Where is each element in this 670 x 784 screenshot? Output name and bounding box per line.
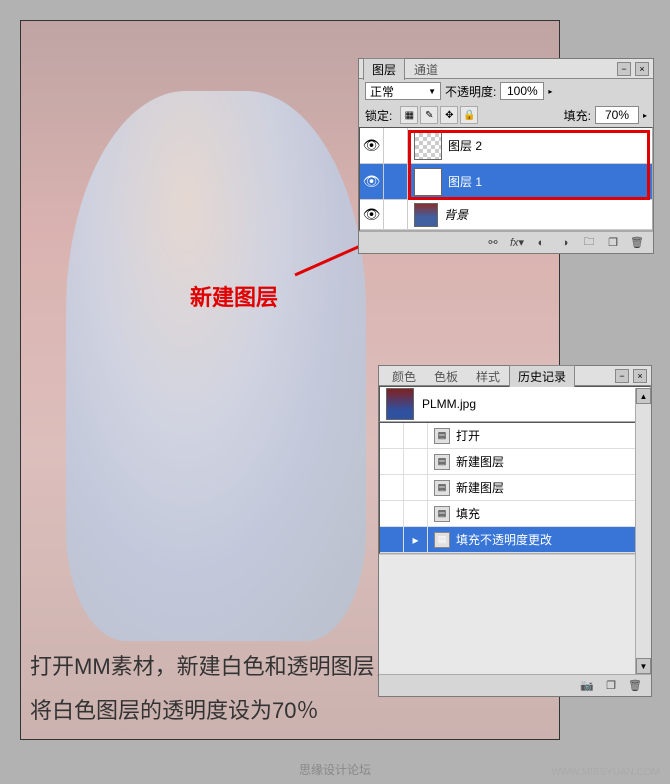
history-brush-col[interactable] (380, 475, 404, 501)
link-layers-icon[interactable]: ⚯ (483, 235, 503, 251)
layer-row-1[interactable]: 👁 图层 1 (360, 164, 652, 200)
doc-icon: ▤ (434, 428, 450, 444)
link-col[interactable] (384, 164, 408, 200)
lock-fill-row: 锁定: ▦ ✎ ✥ 🔒 填充: 70% ▸ (359, 103, 653, 127)
close-icon[interactable]: × (635, 62, 649, 76)
doc-icon: ▤ (434, 454, 450, 470)
visibility-eye-icon[interactable]: 👁 (363, 137, 381, 154)
history-step-open[interactable]: ▤ 打开 (380, 423, 650, 449)
visibility-eye-icon[interactable]: 👁 (363, 173, 381, 190)
history-brush-col[interactable] (380, 527, 404, 553)
close-icon[interactable]: × (633, 369, 647, 383)
adjustment-layer-icon[interactable]: ◑ (555, 235, 575, 251)
history-step-fill-opacity[interactable]: ▸ ▤ 填充不透明度更改 (380, 527, 650, 553)
layer-name: 图层 2 (448, 137, 482, 154)
minimize-icon[interactable]: − (615, 369, 629, 383)
history-step-label: 新建图层 (456, 453, 504, 470)
scroll-down-icon[interactable]: ▼ (636, 658, 651, 674)
history-file-name: PLMM.jpg (422, 397, 476, 411)
scrollbar[interactable]: ▲ ▼ (635, 388, 651, 674)
layer-thumb-bg (414, 203, 438, 227)
history-step-fill[interactable]: ▤ 填充 (380, 501, 650, 527)
history-step-label: 填充不透明度更改 (456, 531, 552, 548)
new-group-icon[interactable]: 🗀 (579, 235, 599, 251)
history-step-new-layer[interactable]: ▤ 新建图层 (380, 475, 650, 501)
history-source-thumb (386, 388, 414, 420)
doc-icon: ▤ (434, 506, 450, 522)
scroll-up-icon[interactable]: ▲ (636, 388, 651, 404)
lock-position-icon[interactable]: ✥ (440, 106, 458, 124)
layer-row-2[interactable]: 👁 图层 2 (360, 128, 652, 164)
history-state-col[interactable] (404, 449, 428, 475)
layer-list: 👁 图层 2 👁 图层 1 👁 背景 (359, 127, 653, 231)
watermark-url: WWW.MISSYUAN.COM (551, 767, 660, 778)
instruction-line2: 将白色图层的透明度设为70％ (30, 689, 397, 733)
history-footer: 📷 ❐ 🗑 (379, 674, 651, 696)
history-cursor-icon: ▸ (404, 527, 428, 553)
lock-transparency-icon[interactable]: ▦ (400, 106, 418, 124)
layer-name: 图层 1 (448, 173, 482, 190)
blend-opacity-row: 正常 ▼ 不透明度: 100% ▸ (359, 79, 653, 103)
tab-channels[interactable]: 通道 (405, 58, 447, 80)
delete-state-icon[interactable]: 🗑 (625, 678, 645, 694)
opacity-label: 不透明度: (445, 83, 496, 100)
history-empty-area (379, 554, 651, 674)
layer-name: 背景 (444, 206, 468, 223)
lock-paint-icon[interactable]: ✎ (420, 106, 438, 124)
history-tabs: 颜色 色板 样式 历史记录 − × (379, 366, 651, 386)
new-snapshot-icon[interactable]: ❐ (601, 678, 621, 694)
opacity-input[interactable]: 100% (500, 82, 544, 100)
history-brush-col[interactable] (380, 501, 404, 527)
minimize-icon[interactable]: − (617, 62, 631, 76)
layer-row-bg[interactable]: 👁 背景 (360, 200, 652, 230)
history-state-col[interactable] (404, 475, 428, 501)
history-step-label: 新建图层 (456, 479, 504, 496)
doc-icon: ▤ (434, 532, 450, 548)
instruction-text: 打开MM素材，新建白色和透明图层， 将白色图层的透明度设为70％ (30, 645, 397, 733)
link-col[interactable] (384, 128, 408, 164)
history-state-col[interactable] (404, 501, 428, 527)
history-brush-col[interactable] (380, 449, 404, 475)
history-brush-col[interactable] (380, 423, 404, 449)
layers-footer: ⚯ fx▾ ◐ ◑ 🗀 ❐ 🗑 (359, 231, 653, 253)
layer-thumb-transparent (414, 132, 442, 160)
layers-panel: 图层 通道 − × 正常 ▼ 不透明度: 100% ▸ 锁定: ▦ ✎ ✥ 🔒 … (358, 58, 654, 254)
layer-fx-icon[interactable]: fx▾ (507, 235, 527, 251)
doc-icon: ▤ (434, 480, 450, 496)
new-layer-icon[interactable]: ❐ (603, 235, 623, 251)
blend-mode-select[interactable]: 正常 ▼ (365, 82, 441, 100)
opacity-arrow-icon[interactable]: ▸ (548, 87, 552, 96)
lock-label: 锁定: (365, 107, 392, 124)
history-step-label: 填充 (456, 505, 480, 522)
tab-color[interactable]: 颜色 (383, 365, 425, 387)
panel-tabs: 图层 通道 − × (359, 59, 653, 79)
fill-label: 填充: (564, 107, 591, 124)
layer-thumb-white (414, 168, 442, 196)
fill-arrow-icon[interactable]: ▸ (643, 111, 647, 120)
annotation-new-layer: 新建图层 (190, 280, 278, 312)
tab-layers[interactable]: 图层 (363, 58, 405, 80)
fill-input[interactable]: 70% (595, 106, 639, 124)
chevron-down-icon: ▼ (428, 87, 436, 96)
instruction-line1: 打开MM素材，新建白色和透明图层， (30, 645, 397, 689)
delete-layer-icon[interactable]: 🗑 (627, 235, 647, 251)
watermark-main: 思缘设计论坛 (299, 761, 371, 778)
history-step-label: 打开 (456, 427, 480, 444)
tab-swatches[interactable]: 色板 (425, 365, 467, 387)
tab-history[interactable]: 历史记录 (509, 365, 575, 387)
create-document-icon[interactable]: 📷 (577, 678, 597, 694)
history-list: ▤ 打开 ▤ 新建图层 ▤ 新建图层 ▤ 填充 ▸ ▤ 填充不透明度更改 (379, 422, 651, 554)
history-step-new-layer[interactable]: ▤ 新建图层 (380, 449, 650, 475)
visibility-eye-icon[interactable]: 👁 (363, 206, 381, 223)
layer-mask-icon[interactable]: ◐ (531, 235, 551, 251)
history-panel: 颜色 色板 样式 历史记录 − × PLMM.jpg ▤ 打开 ▤ 新建图层 ▤… (378, 365, 652, 697)
blend-mode-value: 正常 (370, 83, 394, 100)
tab-styles[interactable]: 样式 (467, 365, 509, 387)
link-col[interactable] (384, 200, 408, 230)
history-state-col[interactable] (404, 423, 428, 449)
history-source-row[interactable]: PLMM.jpg (379, 386, 651, 422)
lock-all-icon[interactable]: 🔒 (460, 106, 478, 124)
